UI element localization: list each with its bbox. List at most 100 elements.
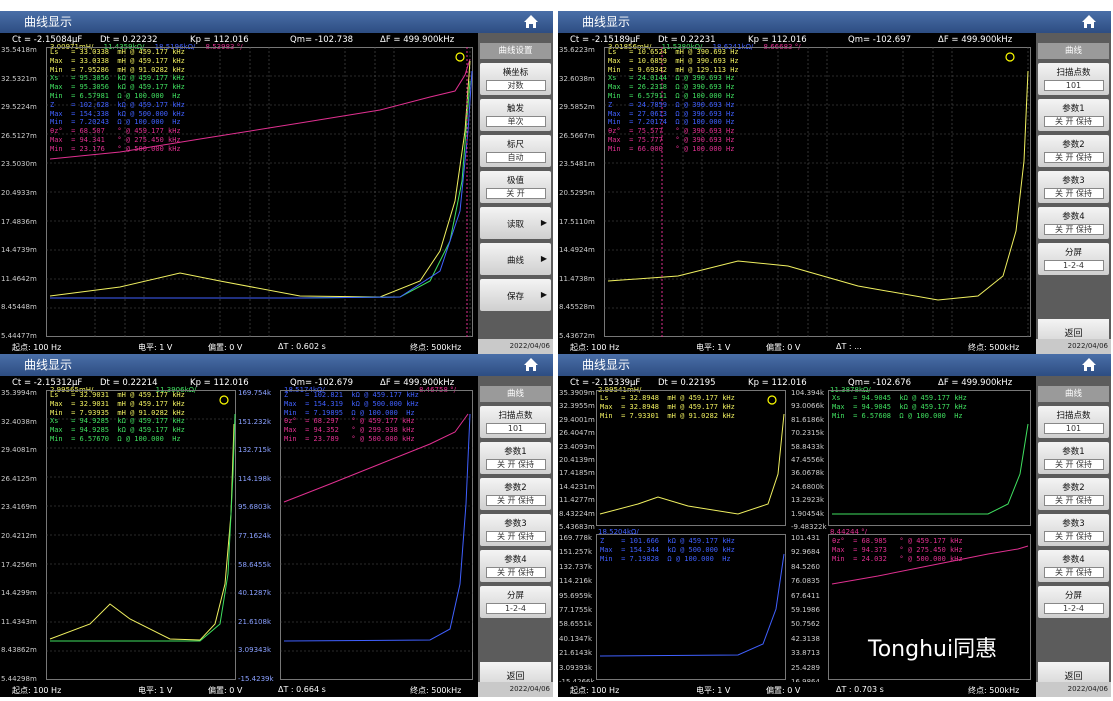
level: 电平: 1 V [138, 686, 173, 695]
param1-button[interactable]: 参数1 关 开 保持 [1038, 99, 1109, 131]
scale-button[interactable]: 标尺 自动 [480, 135, 551, 167]
legend-line: Max = 32.8948 mH @ 459.177 kHz [600, 402, 735, 411]
sweep-info: 起点: 100 Hz 电平: 1 V 偏置: 0 V ΔT : ... 终点: … [558, 339, 1036, 354]
param1-button[interactable]: 参数1 关 开 保持 [1038, 442, 1109, 474]
legend-line: Min = 23.789 ° @ 500.000 kHz [284, 434, 415, 443]
menu-header: 曲线 [480, 386, 551, 402]
btn-value: 关 开 保持 [485, 495, 546, 506]
param3-button[interactable]: 参数3 关 开 保持 [1038, 171, 1109, 203]
btn-value: 对数 [485, 80, 546, 91]
legend-line: Max = 154.319 kΩ @ 500.000 kHz [284, 399, 419, 408]
delta-t: ΔT : ... [836, 342, 862, 351]
legend-line: Z = 102.628 kΩ @ 459.177 kHz [50, 100, 185, 109]
sweep-points-button[interactable]: 扫描点数 101 [1038, 406, 1109, 438]
btn-label: 参数4 [1062, 212, 1085, 222]
trigger-button[interactable]: 触发 单次 [480, 99, 551, 131]
legend-line: Ls = 10.6524 mH @ 390.693 Hz [608, 48, 739, 56]
end-freq: 终点: 500kHz [410, 686, 462, 695]
panel-q3: 曲线显示 Ct = -2.15312μF Dt = 0.22214 Kp = 1… [0, 354, 553, 697]
delta-t: ΔT : 0.602 s [278, 342, 326, 351]
param4-button[interactable]: 参数4 关 开 保持 [480, 550, 551, 582]
status-bar: 2022/04/06 10:12:57 [478, 339, 553, 354]
param3-button[interactable]: 参数3 关 开 保持 [480, 514, 551, 546]
legend-line: θz° = 68.985 ° @ 459.177 kHz [832, 537, 963, 545]
btn-value: 101 [485, 423, 546, 434]
legend-line: Min = 7.20243 Ω @ 100.000 Hz [50, 118, 181, 127]
split-screen-button[interactable]: 分屏 1-2-4 [480, 586, 551, 618]
end-freq: 终点: 500kHz [968, 343, 1020, 352]
panel-q1: 曲线显示 Ct = -2.15084μF Dt = 0.22232 Kp = 1… [0, 11, 553, 354]
legend-line: Min = 9.69342 mH @ 129.113 Hz [608, 65, 739, 74]
level: 电平: 1 V [696, 686, 731, 695]
param1-button[interactable]: 参数1 关 开 保持 [480, 442, 551, 474]
sweep-points-button[interactable]: 扫描点数 101 [1038, 63, 1109, 95]
legend-line: Min = 6.57981 Ω @ 100.000 Hz [50, 91, 181, 100]
sweep-points-button[interactable]: 扫描点数 101 [480, 406, 551, 438]
legend-line: Min = 7.19895 Ω @ 100.000 Hz [284, 408, 415, 417]
legend-line: Max = 94.9285 kΩ @ 459.177 kHz [50, 426, 185, 435]
legend-line: Max = 154.338 kΩ @ 500.000 kHz [50, 109, 185, 118]
menu-header: 曲线设置 [480, 43, 551, 59]
legend-line: Xs = 24.0144 Ω @ 390.693 Hz [608, 74, 735, 83]
delta-t: ΔT : 0.664 s [278, 685, 326, 694]
btn-label: 参数3 [504, 519, 527, 529]
legend-line: Min = 23.176 ° @ 500.000 kHz [50, 144, 181, 153]
split-screen-button[interactable]: 分屏 1-2-4 [1038, 243, 1109, 275]
legend-line: Ls = 32.8948 mH @ 459.177 kHz [600, 394, 735, 402]
btn-label: 分屏 [1064, 248, 1082, 258]
curve-button[interactable]: 曲线 [480, 243, 551, 275]
legend-line: Max = 10.6859 mH @ 390.693 Hz [608, 56, 739, 65]
legend-line: Xs = 95.3056 kΩ @ 459.177 kHz [50, 74, 185, 83]
start-freq: 起点: 100 Hz [570, 686, 620, 695]
marker-legend-xs: Xs = 94.9045 kΩ @ 459.177 kHz Max = 94.90… [832, 394, 967, 420]
param4-button[interactable]: 参数4 关 开 保持 [1038, 550, 1109, 582]
legend-line: Max = 94.352 ° @ 299.938 kHz [284, 426, 415, 435]
btn-value: 关 开 保持 [1043, 459, 1104, 470]
legend-line: Min = 7.93301 mH @ 91.0282 kHz [600, 411, 735, 420]
btn-label: 参数2 [1062, 483, 1085, 493]
sweep-info: 起点: 100 Hz 电平: 1 V 偏置: 0 V ΔT : 0.602 s … [0, 339, 478, 354]
param2-button[interactable]: 参数2 关 开 保持 [1038, 135, 1109, 167]
legend-line: Max = 94.373 ° @ 275.450 kHz [832, 545, 963, 554]
param2-button[interactable]: 参数2 关 开 保持 [1038, 478, 1109, 510]
legend-line: Max = 154.344 kΩ @ 500.000 kHz [600, 545, 735, 554]
marker-legend-left: Ls = 32.9031 mH @ 459.177 kHz Max = 32.90… [50, 391, 185, 444]
marker-legend: Ls = 10.6524 mH @ 390.693 Hz Max = 10.685… [608, 48, 739, 154]
param3-button[interactable]: 参数3 关 开 保持 [1038, 514, 1109, 546]
btn-value: 101 [1043, 423, 1104, 434]
save-button[interactable]: 保存 [480, 279, 551, 311]
end-freq: 终点: 500kHz [410, 343, 462, 352]
btn-value: 关 开 保持 [1043, 531, 1104, 542]
legend-line: Ls = 33.0338 mH @ 459.177 kHz [50, 48, 185, 56]
btn-label: 参数1 [1062, 447, 1085, 457]
split-screen-button[interactable]: 分屏 1-2-4 [1038, 586, 1109, 618]
legend-line: θz° = 68.507 ° @ 459.177 kHz [50, 127, 181, 136]
btn-value: 自动 [485, 152, 546, 163]
marker-legend: Ls = 33.0338 mH @ 459.177 kHz Max = 33.03… [50, 48, 185, 154]
btn-label: 分屏 [1064, 591, 1082, 601]
btn-value: 关 开 [485, 188, 546, 199]
param2-button[interactable]: 参数2 关 开 保持 [480, 478, 551, 510]
btn-label: 参数1 [504, 447, 527, 457]
status-bar: 2022/04/06 10:13:14 [478, 682, 553, 697]
legend-line: θz° = 75.577 ° @ 390.693 Hz [608, 127, 735, 136]
btn-value: 关 开 保持 [1043, 224, 1104, 235]
btn-label: 读取 [506, 220, 524, 230]
legend-line: Max = 33.0338 mH @ 459.177 kHz [50, 56, 185, 65]
x-axis-button[interactable]: 横坐标 对数 [480, 63, 551, 95]
timestamp: 2022/04/06 10:13:14 [509, 685, 550, 693]
legend-line: Max = 26.2318 Ω @ 390.693 Hz [608, 83, 735, 92]
btn-label: 极值 [506, 176, 524, 186]
param4-button[interactable]: 参数4 关 开 保持 [1038, 207, 1109, 239]
btn-label: 横坐标 [502, 68, 529, 78]
extreme-button[interactable]: 极值关 开 [480, 171, 551, 203]
legend-line: Z = 101.666 kΩ @ 459.177 kHz [600, 537, 735, 545]
read-button[interactable]: 读取 [480, 207, 551, 239]
legend-line: Max = 32.9031 mH @ 459.177 kHz [50, 399, 185, 408]
marker-legend-z: Z = 101.666 kΩ @ 459.177 kHz Max = 154.34… [600, 537, 735, 563]
legend-line: Max = 94.341 ° @ 275.450 kHz [50, 135, 181, 144]
side-menu: 曲线设置 横坐标对数 触发单次 标尺自动 极值关 开 读取 曲线 保存 [478, 33, 553, 354]
level: 电平: 1 V [138, 343, 173, 352]
status-bar: 2022/04/06 10:11:02 [1036, 339, 1111, 354]
legend-line: Min = 6.57670 Ω @ 100.000 Hz [50, 434, 181, 443]
